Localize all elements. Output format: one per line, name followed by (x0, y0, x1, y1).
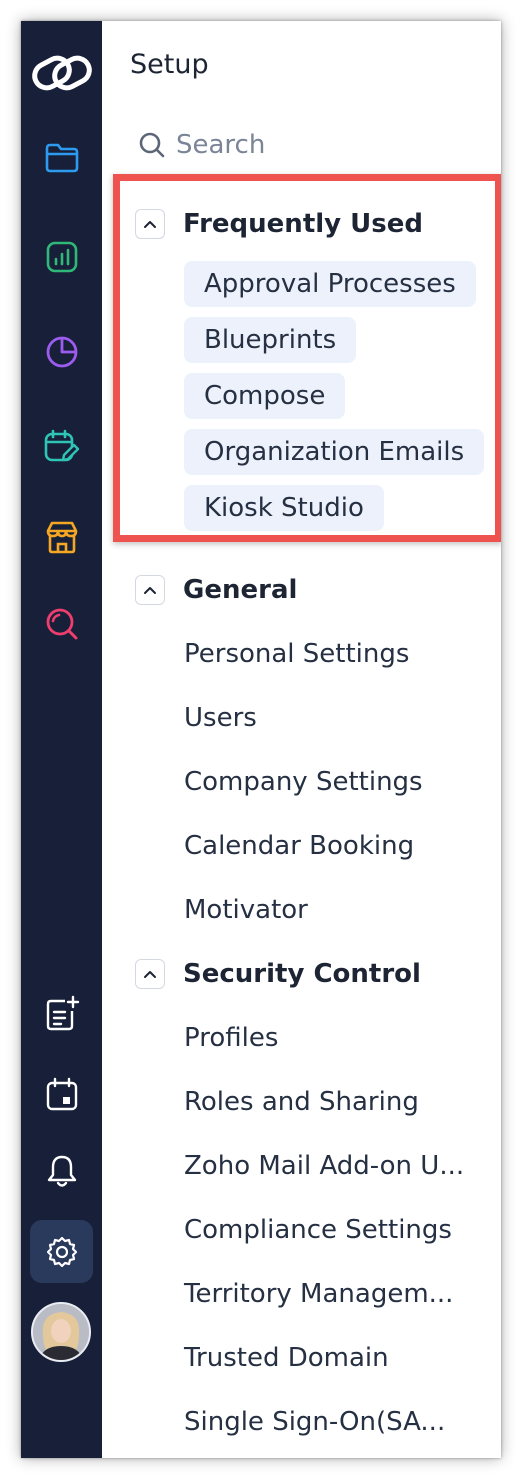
menu-item-company-settings[interactable]: Company Settings (184, 764, 423, 800)
section-title: Security Control (183, 959, 421, 989)
section-title: General (183, 575, 298, 605)
section-general[interactable]: General (135, 572, 297, 608)
menu-item-calendar-booking[interactable]: Calendar Booking (184, 828, 414, 864)
page-title: Setup (130, 49, 209, 80)
bar-chart-icon[interactable] (21, 229, 102, 285)
calendar-edit-icon[interactable] (21, 419, 102, 475)
menu-item-personal-settings[interactable]: Personal Settings (184, 636, 409, 672)
bell-icon[interactable] (21, 1143, 102, 1199)
menu-item-roles-and-sharing[interactable]: Roles and Sharing (184, 1084, 419, 1120)
menu-item-compliance-settings[interactable]: Compliance Settings (184, 1212, 452, 1248)
search-analytics-icon[interactable] (21, 596, 102, 652)
menu-item-territory-management[interactable]: Territory Managem... (184, 1276, 453, 1312)
nav-rail (21, 21, 102, 1458)
pie-chart-icon[interactable] (21, 324, 102, 380)
folder-icon[interactable] (21, 130, 102, 186)
menu-item-single-sign-on[interactable]: Single Sign-On(SA... (184, 1404, 445, 1440)
setup-panel: Setup Search Frequently Used Approval Pr… (102, 21, 501, 1458)
search-icon (139, 132, 165, 158)
store-icon[interactable] (21, 509, 102, 565)
chevron-up-icon[interactable] (135, 575, 165, 605)
chevron-up-icon[interactable] (135, 959, 165, 989)
menu-item-motivator[interactable]: Motivator (184, 892, 308, 928)
menu-item-zoho-mail-add-on[interactable]: Zoho Mail Add-on U... (184, 1148, 464, 1184)
section-security-control[interactable]: Security Control (135, 956, 421, 992)
add-note-icon[interactable] (21, 986, 102, 1042)
menu-item-trusted-domain[interactable]: Trusted Domain (184, 1340, 389, 1376)
zoho-logo-icon[interactable] (21, 45, 102, 101)
menu-item-users[interactable]: Users (184, 700, 257, 736)
avatar[interactable] (31, 1302, 91, 1362)
gear-icon[interactable] (21, 1220, 102, 1283)
search-input[interactable]: Search (138, 127, 265, 163)
highlight-annotation (113, 174, 501, 542)
search-placeholder: Search (176, 130, 266, 160)
menu-item-profiles[interactable]: Profiles (184, 1020, 278, 1056)
calendar-icon[interactable] (21, 1066, 102, 1122)
app-window: Setup Search Frequently Used Approval Pr… (21, 21, 501, 1458)
